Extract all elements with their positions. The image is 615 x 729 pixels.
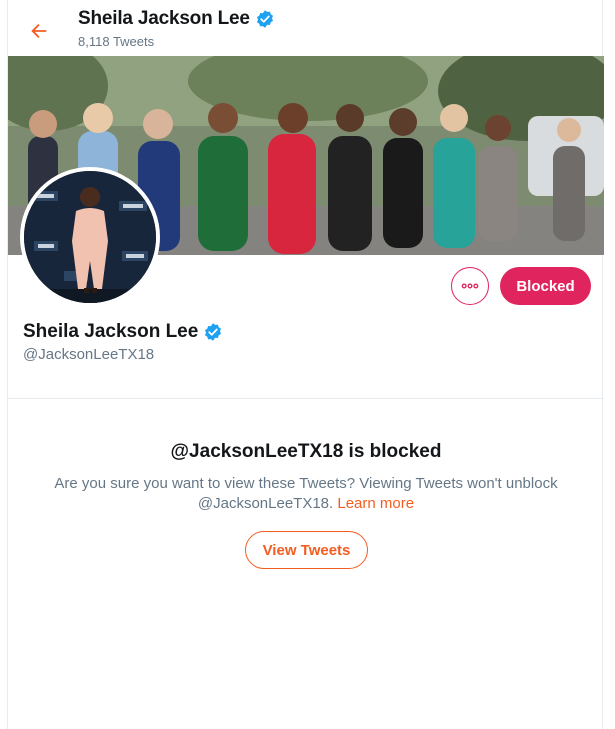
back-arrow-icon (31, 23, 47, 39)
more-options-icon (461, 283, 479, 289)
avatar-photo[interactable] (20, 167, 160, 307)
learn-more-link[interactable]: Learn more (337, 495, 414, 512)
header-name-text: Sheila Jackson Lee (78, 8, 250, 29)
profile-header-bar: Sheila Jackson Lee 8,118 Tweets (8, 0, 604, 56)
tweet-count: 8,118 Tweets (78, 34, 155, 49)
blocked-message-text: Are you sure you want to view these Twee… (54, 475, 558, 512)
profile-name-text: Sheila Jackson Lee (23, 321, 199, 342)
profile-handle: @JacksonLeeTX18 (23, 346, 155, 363)
profile-name: Sheila Jackson Lee (23, 321, 223, 343)
header-name: Sheila Jackson Lee (78, 8, 275, 30)
profile-column: Sheila Jackson Lee 8,118 Tweets Blocked … (7, 0, 604, 729)
back-button[interactable] (22, 14, 56, 48)
section-divider (8, 398, 604, 399)
blocked-title: @JacksonLeeTX18 is blocked (170, 441, 442, 462)
view-tweets-button[interactable]: View Tweets (245, 531, 368, 569)
more-options-button[interactable] (451, 267, 489, 305)
verified-badge-icon (205, 323, 222, 341)
blocked-button[interactable]: Blocked (500, 267, 591, 305)
verified-badge-icon (256, 10, 273, 28)
blocked-message: Are you sure you want to view these Twee… (38, 474, 574, 514)
